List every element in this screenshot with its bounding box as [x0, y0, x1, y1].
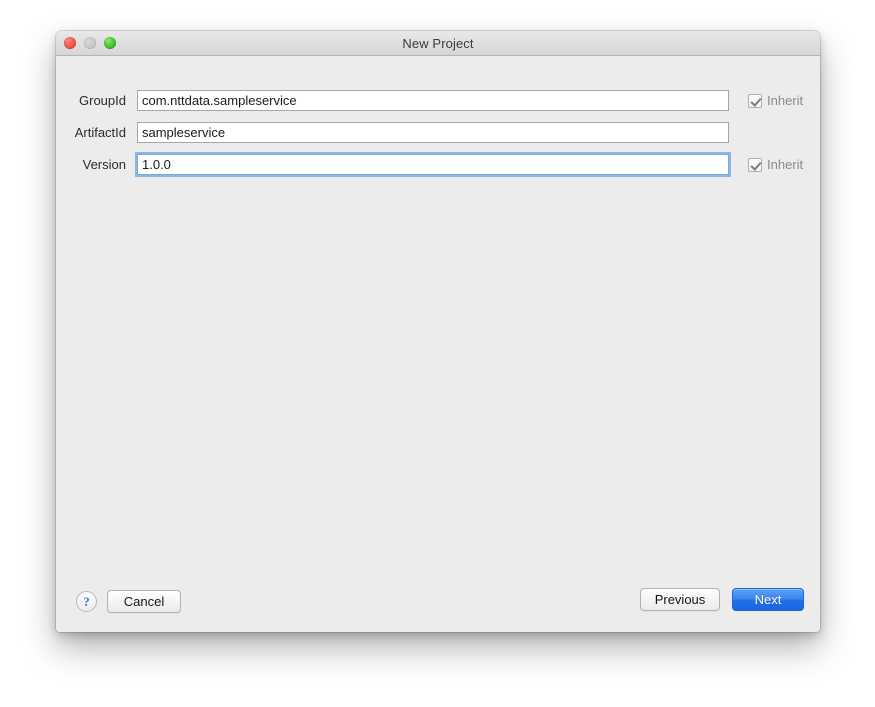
version-inherit-group[interactable]: Inherit	[748, 157, 803, 172]
form-row-version: Version Inherit	[56, 153, 820, 176]
version-inherit-label: Inherit	[767, 157, 804, 172]
screen: New Project GroupId Inherit ArtifactId	[0, 0, 875, 707]
form-row-groupid: GroupId Inherit	[56, 89, 820, 112]
dialog-content: GroupId Inherit ArtifactId Version	[56, 56, 820, 632]
new-project-dialog: New Project GroupId Inherit ArtifactId	[56, 31, 820, 632]
form-row-artifactid: ArtifactId	[56, 121, 820, 144]
version-inherit-checkbox[interactable]	[748, 157, 762, 172]
cancel-button[interactable]: Cancel	[107, 590, 181, 613]
groupid-inherit-label: Inherit	[767, 93, 804, 108]
title-bar[interactable]: New Project	[56, 31, 820, 56]
groupid-inherit-group[interactable]: Inherit	[748, 93, 803, 108]
artifactid-input[interactable]	[137, 122, 729, 143]
help-button[interactable]: ?	[76, 591, 97, 612]
dialog-footer: ? Cancel Previous Next	[56, 571, 820, 632]
version-label: Version	[82, 157, 126, 172]
window-title: New Project	[402, 35, 474, 51]
minimize-window-icon[interactable]	[84, 37, 96, 49]
artifactid-label: ArtifactId	[74, 125, 126, 140]
groupid-inherit-checkbox[interactable]	[748, 93, 762, 108]
groupid-label: GroupId	[79, 93, 126, 108]
window-controls	[64, 37, 116, 49]
zoom-window-icon[interactable]	[104, 37, 116, 49]
close-window-icon[interactable]	[64, 37, 76, 49]
groupid-input[interactable]	[137, 90, 729, 111]
previous-button[interactable]: Previous	[640, 588, 720, 611]
version-input[interactable]	[137, 154, 729, 175]
next-button[interactable]: Next	[732, 588, 804, 611]
